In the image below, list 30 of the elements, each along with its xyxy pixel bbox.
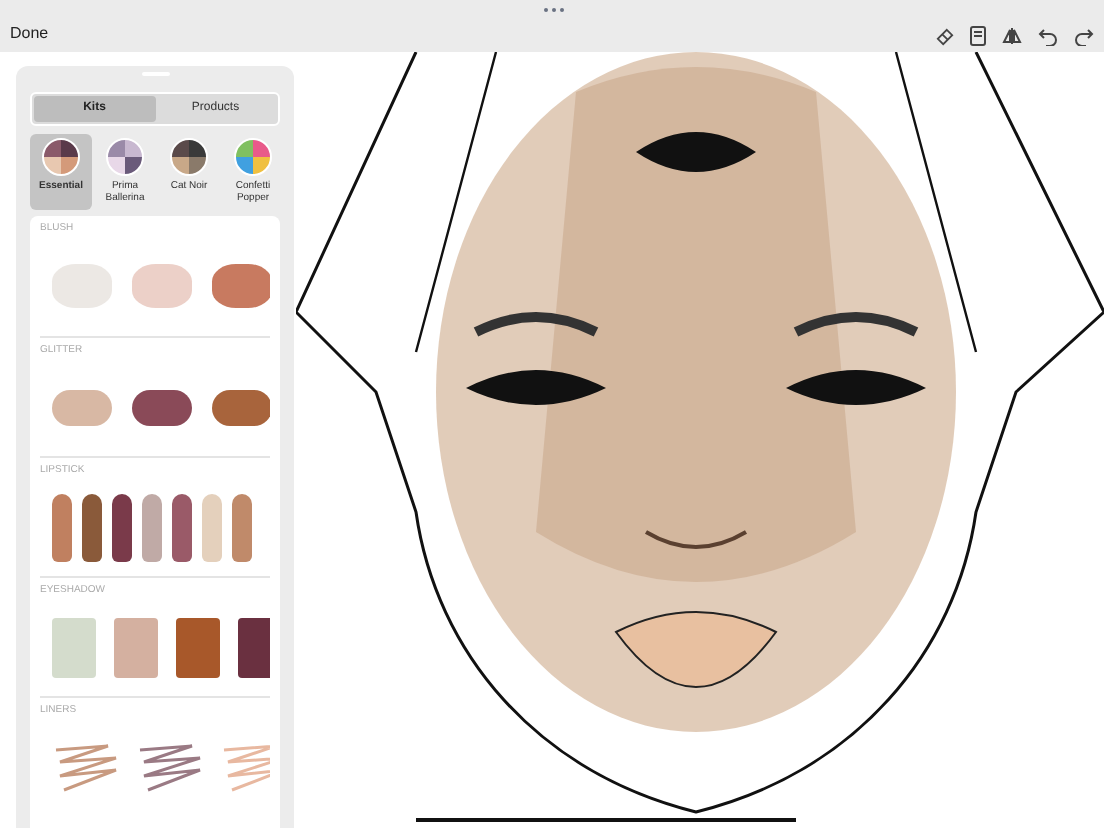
product-swatch[interactable] xyxy=(176,617,220,678)
product-swatch[interactable] xyxy=(212,264,270,309)
palette-icon xyxy=(42,138,80,176)
done-button[interactable]: Done xyxy=(10,22,49,46)
product-swatch[interactable] xyxy=(132,389,192,426)
product-swatch[interactable] xyxy=(136,741,204,794)
eraser-icon[interactable] xyxy=(936,27,954,45)
product-swatch[interactable] xyxy=(52,617,96,678)
product-swatch[interactable] xyxy=(114,617,158,678)
product-swatch[interactable] xyxy=(52,389,112,426)
palette-icon xyxy=(106,138,144,176)
product-swatch[interactable] xyxy=(172,493,192,562)
product-swatch[interactable] xyxy=(112,493,132,562)
product-swatch[interactable] xyxy=(220,741,270,794)
product-swatch[interactable] xyxy=(82,493,102,562)
document-icon[interactable] xyxy=(970,26,986,46)
product-swatch[interactable] xyxy=(52,493,72,562)
palette-icon xyxy=(170,138,208,176)
product-swatch[interactable] xyxy=(238,617,270,678)
product-swatch[interactable] xyxy=(232,493,252,562)
mirror-icon[interactable] xyxy=(1002,26,1022,46)
product-swatch[interactable] xyxy=(212,389,270,426)
product-swatch[interactable] xyxy=(52,741,120,794)
product-swatch[interactable] xyxy=(202,493,222,562)
undo-icon[interactable] xyxy=(1038,27,1058,45)
product-swatch[interactable] xyxy=(52,264,112,309)
palette-icon xyxy=(234,138,272,176)
product-swatch[interactable] xyxy=(132,264,192,309)
redo-icon[interactable] xyxy=(1074,27,1094,45)
product-swatch[interactable] xyxy=(142,493,162,562)
